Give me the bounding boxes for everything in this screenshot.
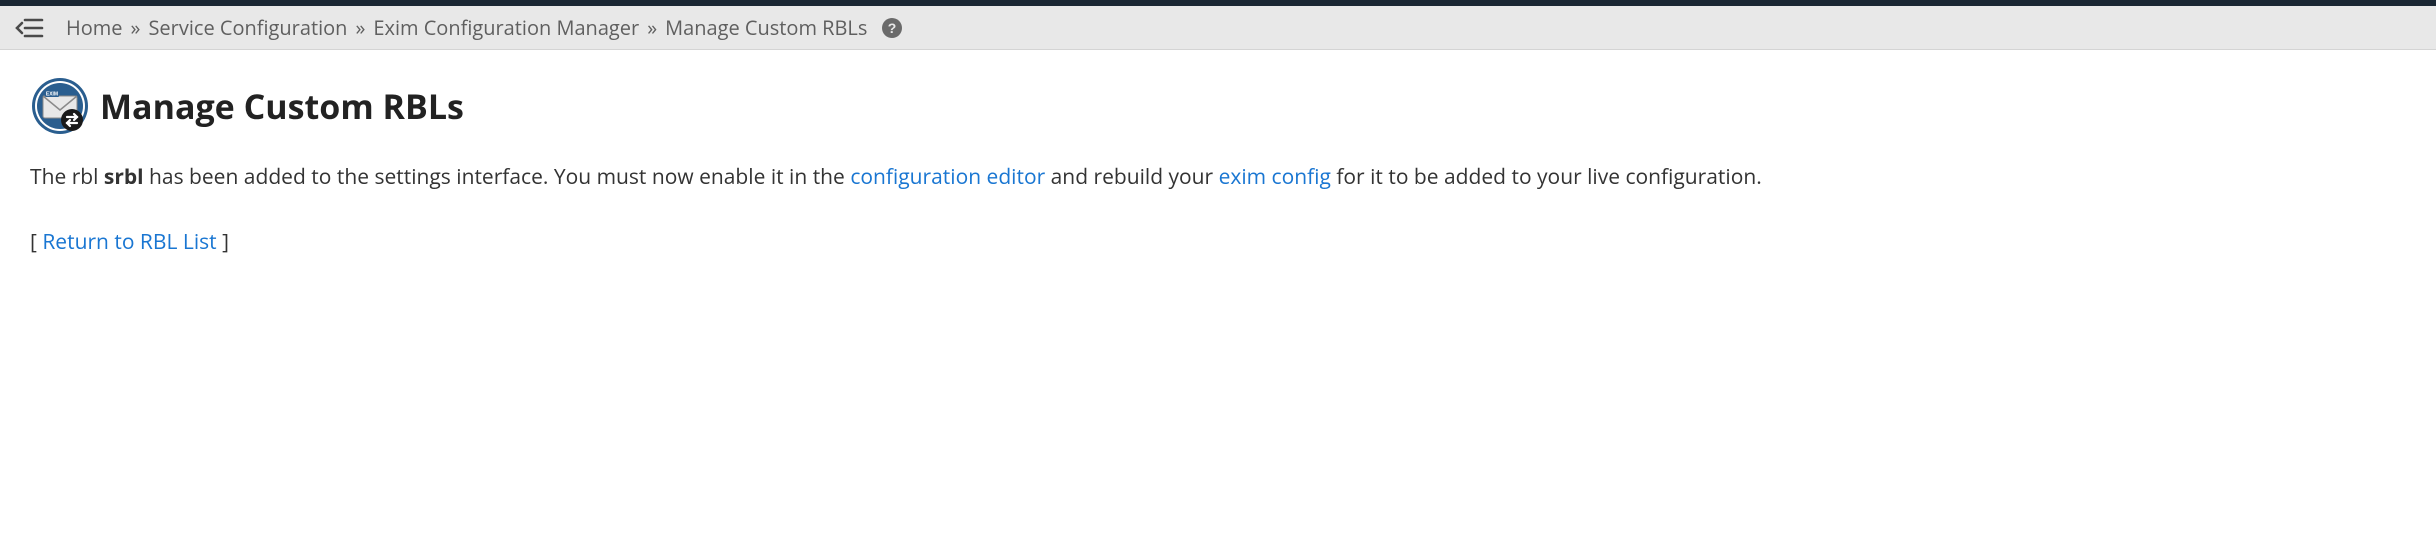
exim-mail-icon: EXIM (30, 76, 90, 136)
message-text: for it to be added to your live configur… (1331, 163, 1762, 191)
menu-toggle-icon[interactable] (14, 16, 44, 40)
breadcrumb-bar: Home » Service Configuration » Exim Conf… (0, 6, 2436, 50)
page-title: Manage Custom RBLs (100, 83, 464, 129)
breadcrumb-current: Manage Custom RBLs (665, 14, 867, 41)
breadcrumb-separator: » (131, 14, 141, 41)
svg-text:?: ? (888, 20, 897, 36)
status-message: The rbl srbl has been added to the setti… (30, 162, 2406, 194)
breadcrumb-exim-config-manager[interactable]: Exim Configuration Manager (373, 14, 639, 41)
message-text: The rbl (30, 163, 104, 191)
page-title-row: EXIM Manage Custom RBLs (30, 76, 2406, 136)
main-content: EXIM Manage Custom RBLs The rbl srbl has… (0, 50, 2436, 282)
help-icon[interactable]: ? (881, 17, 903, 39)
message-text: has been added to the settings interface… (144, 163, 851, 191)
message-text: and rebuild your (1045, 163, 1218, 191)
configuration-editor-link[interactable]: configuration editor (850, 163, 1045, 191)
svg-text:EXIM: EXIM (46, 92, 58, 98)
breadcrumb-separator: » (355, 14, 365, 41)
breadcrumb-service-configuration[interactable]: Service Configuration (148, 14, 347, 41)
bracket-open: [ (30, 228, 42, 256)
rbl-name: srbl (104, 163, 144, 191)
return-to-rbl-list-link[interactable]: Return to RBL List (42, 228, 216, 256)
breadcrumb-separator: » (647, 14, 657, 41)
bracket-close: ] (217, 228, 229, 256)
breadcrumb: Home » Service Configuration » Exim Conf… (66, 14, 903, 41)
return-row: [ Return to RBL List ] (30, 228, 2406, 256)
exim-config-link[interactable]: exim config (1219, 163, 1331, 191)
breadcrumb-home[interactable]: Home (66, 14, 123, 41)
